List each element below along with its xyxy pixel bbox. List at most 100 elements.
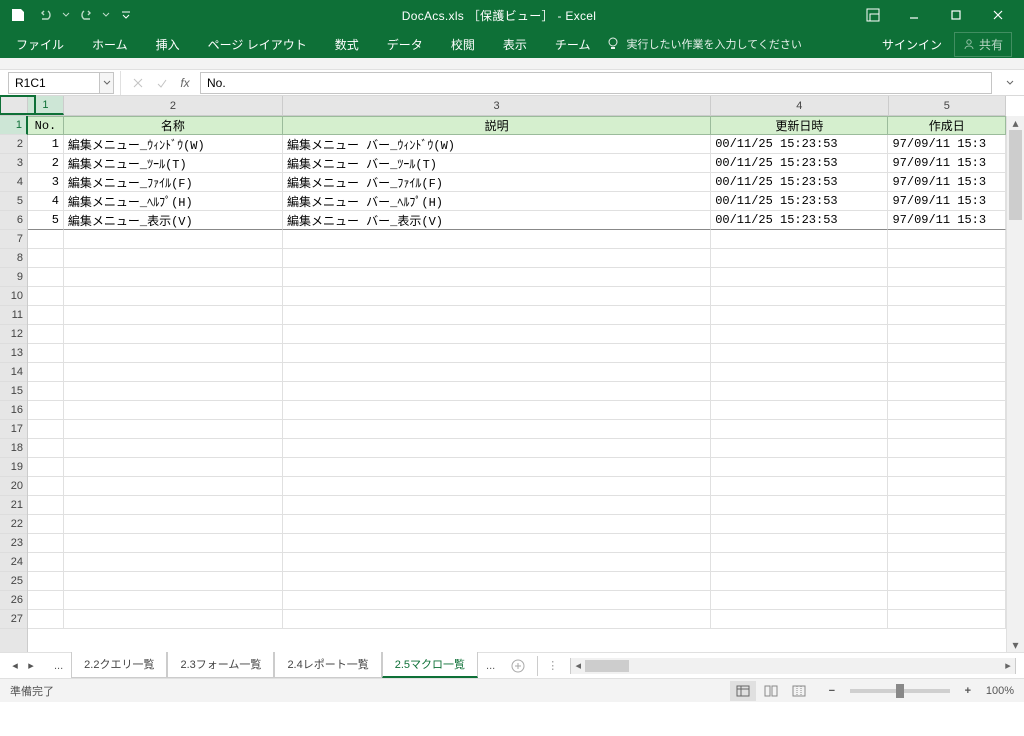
- data-cell[interactable]: 00/11/25 15:23:53: [711, 192, 888, 211]
- zoom-in-button[interactable]: +: [960, 683, 976, 699]
- data-cell[interactable]: 2: [28, 154, 64, 173]
- ribbon-display-options-button[interactable]: [860, 2, 886, 28]
- row-header[interactable]: 10: [0, 287, 27, 306]
- row-header[interactable]: 17: [0, 420, 27, 439]
- data-cell[interactable]: 00/11/25 15:23:53: [711, 154, 888, 173]
- redo-dropdown-icon[interactable]: [102, 11, 110, 19]
- row-header[interactable]: 11: [0, 306, 27, 325]
- data-cell[interactable]: [28, 534, 64, 553]
- data-cell[interactable]: [64, 496, 283, 515]
- data-cell[interactable]: [888, 344, 1006, 363]
- data-cell[interactable]: [711, 249, 888, 268]
- data-cell[interactable]: [283, 382, 711, 401]
- data-cell[interactable]: [888, 268, 1006, 287]
- data-cell[interactable]: [888, 230, 1006, 249]
- header-cell[interactable]: 作成日: [888, 116, 1006, 135]
- undo-dropdown-icon[interactable]: [62, 11, 70, 19]
- worksheet-grid[interactable]: 12345 1234567891011121314151617181920212…: [0, 96, 1024, 652]
- data-cell[interactable]: [711, 439, 888, 458]
- data-cell[interactable]: [28, 420, 64, 439]
- data-cell[interactable]: [888, 477, 1006, 496]
- data-cell[interactable]: [711, 268, 888, 287]
- data-cell[interactable]: [711, 230, 888, 249]
- data-cell[interactable]: [283, 268, 711, 287]
- data-cell[interactable]: [283, 496, 711, 515]
- column-header[interactable]: 2: [64, 96, 283, 115]
- row-header[interactable]: 19: [0, 458, 27, 477]
- cells-area[interactable]: No.名称説明更新日時作成日1編集メニュー_ｳｨﾝﾄﾞｳ(W)編集メニュー バー…: [28, 116, 1006, 652]
- horizontal-scroll-thumb[interactable]: [585, 660, 629, 672]
- data-cell[interactable]: [64, 363, 283, 382]
- customize-qat-button[interactable]: [114, 3, 138, 27]
- scroll-up-button[interactable]: ▴: [1007, 116, 1024, 130]
- data-cell[interactable]: [888, 572, 1006, 591]
- cancel-formula-button[interactable]: [126, 71, 150, 95]
- data-cell[interactable]: 3: [28, 173, 64, 192]
- data-cell[interactable]: 編集メニュー_ﾌｧｲﾙ(F): [64, 173, 283, 192]
- scroll-left-button[interactable]: ◂: [571, 658, 585, 674]
- data-cell[interactable]: [888, 515, 1006, 534]
- data-cell[interactable]: [64, 572, 283, 591]
- data-cell[interactable]: [711, 572, 888, 591]
- data-cell[interactable]: [283, 458, 711, 477]
- data-cell[interactable]: [28, 591, 64, 610]
- data-cell[interactable]: 編集メニュー バー_ﾍﾙﾌﾟ(H): [283, 192, 711, 211]
- data-cell[interactable]: [64, 534, 283, 553]
- normal-view-button[interactable]: [730, 681, 756, 701]
- data-cell[interactable]: 00/11/25 15:23:53: [711, 211, 888, 230]
- data-cell[interactable]: [28, 401, 64, 420]
- data-cell[interactable]: 4: [28, 192, 64, 211]
- data-cell[interactable]: [64, 458, 283, 477]
- column-header[interactable]: 4: [711, 96, 888, 115]
- data-cell[interactable]: [711, 287, 888, 306]
- hidden-tabs-right[interactable]: ...: [478, 656, 503, 676]
- data-cell[interactable]: [28, 439, 64, 458]
- header-cell[interactable]: 更新日時: [711, 116, 888, 135]
- data-cell[interactable]: 編集メニュー_ﾍﾙﾌﾟ(H): [64, 192, 283, 211]
- data-cell[interactable]: 97/09/11 15:3: [888, 173, 1006, 192]
- data-cell[interactable]: [64, 401, 283, 420]
- page-layout-view-button[interactable]: [758, 681, 784, 701]
- data-cell[interactable]: [888, 287, 1006, 306]
- data-cell[interactable]: [888, 553, 1006, 572]
- data-cell[interactable]: 97/09/11 15:3: [888, 154, 1006, 173]
- row-header[interactable]: 3: [0, 154, 27, 173]
- redo-button[interactable]: [74, 3, 98, 27]
- data-cell[interactable]: [28, 268, 64, 287]
- data-cell[interactable]: [28, 496, 64, 515]
- zoom-slider[interactable]: [850, 689, 950, 693]
- zoom-out-button[interactable]: −: [824, 683, 840, 699]
- tab-nav-first[interactable]: ◂: [8, 656, 22, 676]
- row-header[interactable]: 23: [0, 534, 27, 553]
- data-cell[interactable]: 1: [28, 135, 64, 154]
- row-header[interactable]: 13: [0, 344, 27, 363]
- data-cell[interactable]: 編集メニュー バー_ﾂｰﾙ(T): [283, 154, 711, 173]
- data-cell[interactable]: [888, 458, 1006, 477]
- data-cell[interactable]: [64, 287, 283, 306]
- data-cell[interactable]: [888, 325, 1006, 344]
- header-cell[interactable]: 名称: [64, 116, 283, 135]
- tab-team[interactable]: チーム: [543, 30, 603, 59]
- data-cell[interactable]: [28, 515, 64, 534]
- data-cell[interactable]: [28, 325, 64, 344]
- data-cell[interactable]: [64, 515, 283, 534]
- row-header[interactable]: 26: [0, 591, 27, 610]
- row-header[interactable]: 9: [0, 268, 27, 287]
- data-cell[interactable]: [28, 572, 64, 591]
- data-cell[interactable]: [888, 363, 1006, 382]
- zoom-slider-thumb[interactable]: [896, 684, 904, 698]
- data-cell[interactable]: 編集メニュー バー_表示(V): [283, 211, 711, 230]
- horizontal-scrollbar[interactable]: ◂ ▸: [570, 658, 1016, 674]
- data-cell[interactable]: [283, 230, 711, 249]
- hidden-tabs-left[interactable]: ...: [46, 656, 71, 676]
- data-cell[interactable]: [28, 553, 64, 572]
- data-cell[interactable]: 編集メニュー_表示(V): [64, 211, 283, 230]
- data-cell[interactable]: 編集メニュー バー_ﾌｧｲﾙ(F): [283, 173, 711, 192]
- maximize-button[interactable]: [936, 1, 976, 29]
- data-cell[interactable]: [711, 420, 888, 439]
- data-cell[interactable]: [28, 230, 64, 249]
- data-cell[interactable]: [711, 363, 888, 382]
- vertical-scrollbar[interactable]: ▴ ▾: [1006, 116, 1024, 652]
- name-box-dropdown[interactable]: [100, 72, 114, 94]
- data-cell[interactable]: [28, 344, 64, 363]
